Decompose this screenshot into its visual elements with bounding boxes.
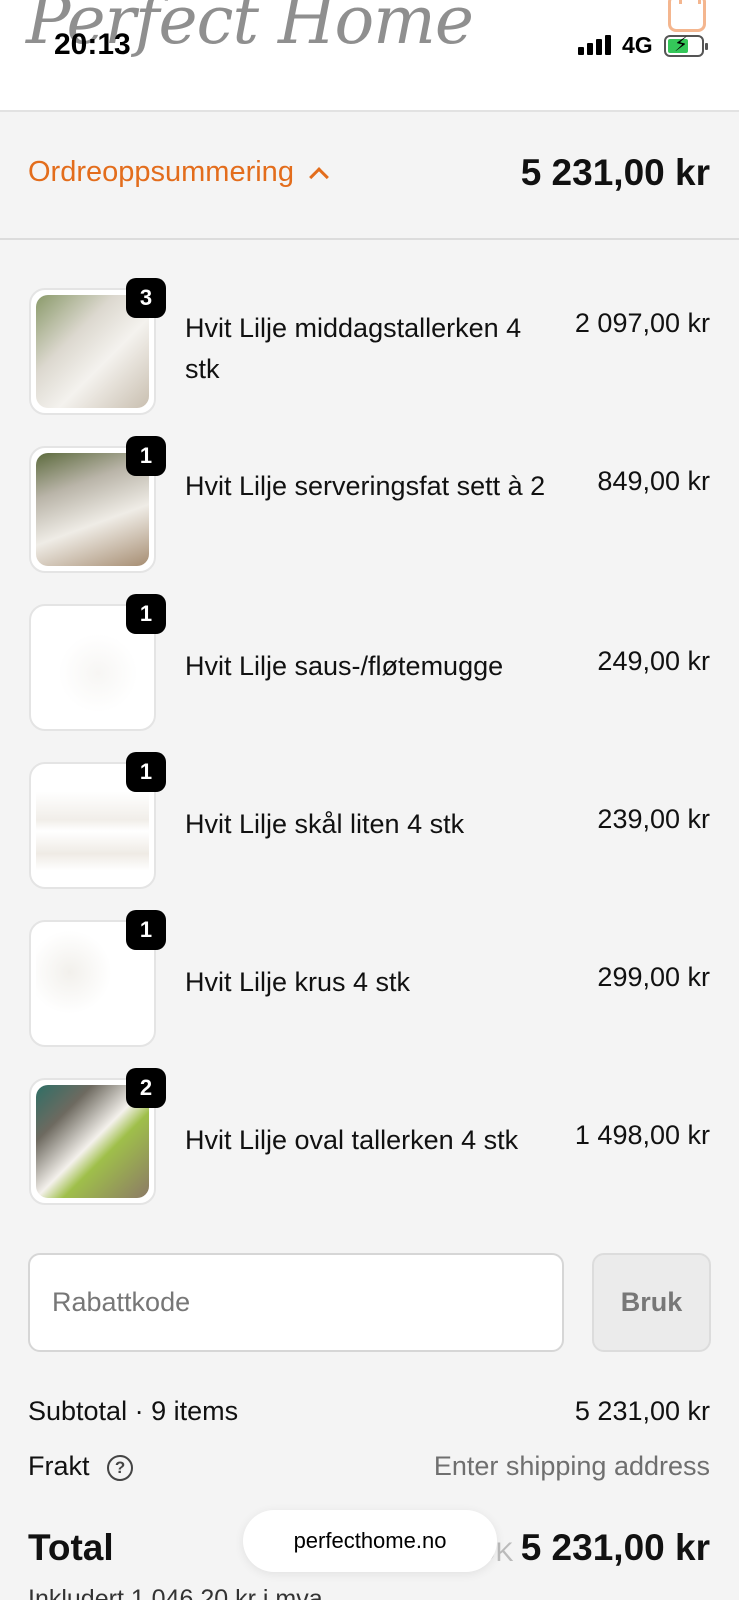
product-name: Hvit Lilje serveringsfat sett à 2 xyxy=(185,471,546,501)
line-item: 1 Hvit Lilje serveringsfat sett à 2 849,… xyxy=(0,436,739,576)
product-price: 1 498,00 kr xyxy=(574,1120,710,1150)
product-price: 2 097,00 kr xyxy=(574,308,710,338)
product-price: 299,00 kr xyxy=(597,962,710,992)
battery-icon: ⚡ xyxy=(664,34,708,57)
site-header: Perfect Home 20:13 4G ⚡ xyxy=(0,0,739,112)
product-name: Hvit Lilje middagstallerken 4 stk xyxy=(185,313,522,384)
product-price: 249,00 kr xyxy=(597,646,710,676)
line-item: 1 Hvit Lilje skål liten 4 stk 239,00 kr xyxy=(0,752,739,892)
quantity-badge: 1 xyxy=(126,436,166,476)
order-summary-total: 5 231,00 kr xyxy=(520,152,710,193)
product-name: Hvit Lilje oval tallerken 4 stk xyxy=(185,1125,519,1155)
line-item: 1 Hvit Lilje krus 4 stk 299,00 kr xyxy=(0,910,739,1050)
line-item: 3 Hvit Lilje middagstallerken 4 stk 2 09… xyxy=(0,278,739,418)
shipping-label: Frakt xyxy=(28,1451,90,1481)
chevron-up-icon xyxy=(309,166,329,187)
apply-discount-button[interactable]: Bruk xyxy=(592,1253,711,1352)
order-summary-bar: Ordreoppsummering 5 231,00 kr xyxy=(0,112,739,240)
question-mark-icon[interactable]: ? xyxy=(107,1454,134,1481)
shipping-row: Frakt ? xyxy=(28,1451,134,1482)
shipping-value: Enter shipping address xyxy=(433,1451,710,1481)
tax-note: Inkludert 1 046,20 kr i mva xyxy=(28,1585,323,1600)
product-price: 849,00 kr xyxy=(597,466,710,496)
quantity-badge: 2 xyxy=(126,1068,166,1108)
signal-icon xyxy=(578,33,611,55)
total-value: 5 231,00 kr xyxy=(520,1527,710,1568)
status-time: 20:13 xyxy=(54,28,131,61)
network-type: 4G xyxy=(622,32,653,58)
quantity-badge: 3 xyxy=(126,278,166,318)
line-item: 1 Hvit Lilje saus-/fløtemugge 249,00 kr xyxy=(0,594,739,734)
subtotal-label: Subtotal · 9 items xyxy=(28,1396,239,1426)
order-summary-toggle[interactable]: Ordreoppsummering xyxy=(28,156,329,189)
subtotal-value: 5 231,00 kr xyxy=(574,1396,710,1426)
product-price: 239,00 kr xyxy=(597,804,710,834)
order-summary-label: Ordreoppsummering xyxy=(28,156,294,188)
quantity-badge: 1 xyxy=(126,910,166,950)
product-name: Hvit Lilje skål liten 4 stk xyxy=(185,809,465,839)
product-name: Hvit Lilje saus-/fløtemugge xyxy=(185,651,504,681)
total-label: Total xyxy=(28,1527,114,1568)
shopping-bag-icon[interactable] xyxy=(668,0,706,32)
discount-code-input[interactable] xyxy=(28,1253,564,1352)
line-item: 2 Hvit Lilje oval tallerken 4 stk 1 498,… xyxy=(0,1068,739,1208)
quantity-badge: 1 xyxy=(126,594,166,634)
product-name: Hvit Lilje krus 4 stk xyxy=(185,967,411,997)
quantity-badge: 1 xyxy=(126,752,166,792)
browser-url-bar[interactable]: perfecthome.no xyxy=(243,1510,497,1572)
